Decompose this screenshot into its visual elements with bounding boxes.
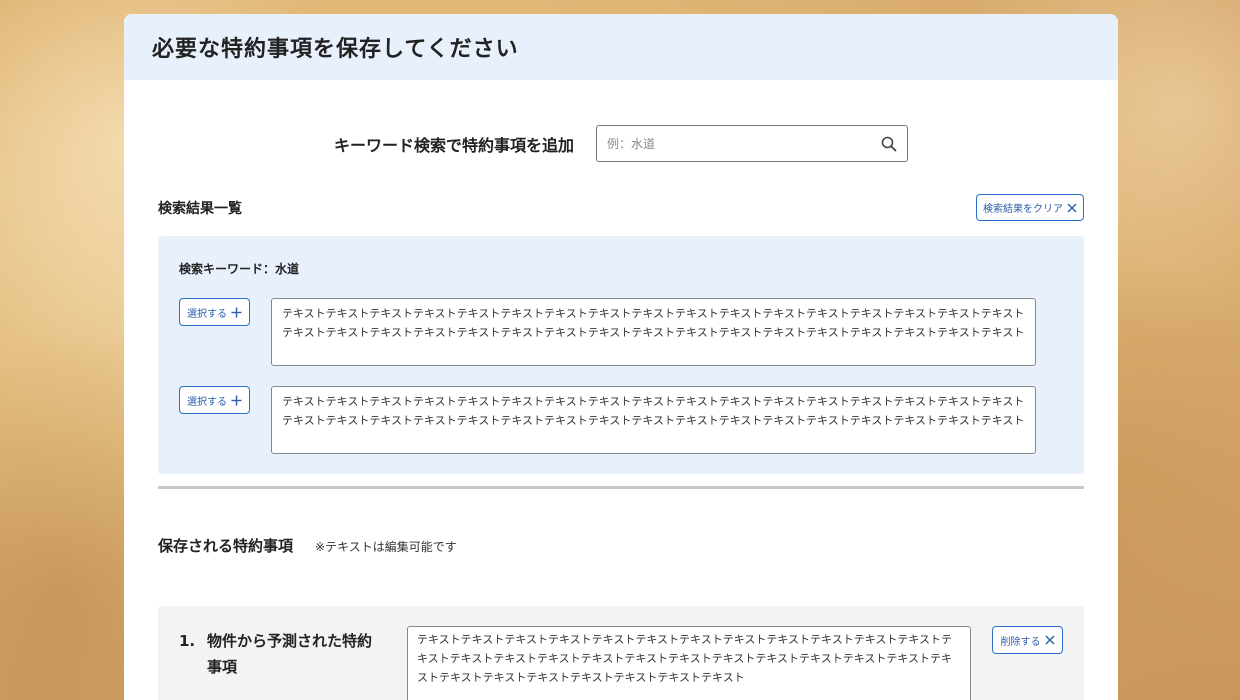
search-keyword-text: 検索キーワード：水道 — [179, 262, 300, 276]
clear-results-label: 検索結果をクリア — [983, 204, 1063, 215]
saved-title: 保存される特約事項 — [158, 537, 294, 555]
close-icon — [1067, 203, 1077, 212]
select-button-label: 選択する — [187, 308, 227, 320]
saved-note: ※テキストは編集可能です — [315, 540, 457, 554]
delete-button-label: 削除する — [1000, 636, 1041, 648]
search-results-box: 検索キーワード：水道 選択する テキストテキストテキストテキストテキストテキスト… — [158, 236, 1084, 474]
search-box[interactable] — [596, 125, 908, 162]
plus-icon — [231, 307, 242, 317]
result-item: 選択する テキストテキストテキストテキストテキストテキストテキストテキストテキス… — [179, 386, 1036, 454]
close-icon — [1045, 635, 1054, 645]
delete-button[interactable]: 削除する — [992, 626, 1063, 654]
select-button[interactable]: 選択する — [179, 386, 250, 414]
search-row: キーワード検索で特約事項を追加 — [124, 125, 1118, 162]
search-label: キーワード検索で特約事項を追加 — [333, 135, 574, 155]
saved-item: 1. 物件から予測された特約事項 テキストテキストテキストテキストテキストテキス… — [158, 606, 1084, 700]
saved-item-title: 物件から予測された特約事項 — [207, 632, 373, 676]
search-input[interactable] — [607, 136, 881, 151]
results-header: 検索結果一覧 検索結果をクリア — [158, 194, 1084, 221]
select-button[interactable]: 選択する — [179, 298, 250, 326]
panel-header: 必要な特約事項を保存してください — [124, 14, 1118, 80]
saved-item-text[interactable]: テキストテキストテキストテキストテキストテキストテキストテキストテキストテキスト… — [407, 626, 971, 700]
saved-item-label: 1. 物件から予測された特約事項 — [179, 628, 379, 680]
section-divider — [158, 486, 1084, 489]
main-panel: 必要な特約事項を保存してください キーワード検索で特約事項を追加 検索結果一覧 … — [124, 14, 1118, 700]
search-icon[interactable] — [881, 136, 897, 152]
plus-icon — [231, 395, 242, 405]
result-item: 選択する テキストテキストテキストテキストテキストテキストテキストテキストテキス… — [179, 298, 1036, 366]
select-button-label: 選択する — [187, 396, 227, 408]
clear-results-button[interactable]: 検索結果をクリア — [976, 194, 1084, 221]
results-title: 検索結果一覧 — [158, 200, 242, 217]
saved-header: 保存される特約事項 ※テキストは編集可能です — [158, 535, 457, 556]
result-text: テキストテキストテキストテキストテキストテキストテキストテキストテキストテキスト… — [271, 386, 1036, 454]
result-text: テキストテキストテキストテキストテキストテキストテキストテキストテキストテキスト… — [271, 298, 1036, 366]
saved-item-number: 1. — [179, 632, 196, 650]
page-title: 必要な特約事項を保存してください — [152, 37, 519, 62]
